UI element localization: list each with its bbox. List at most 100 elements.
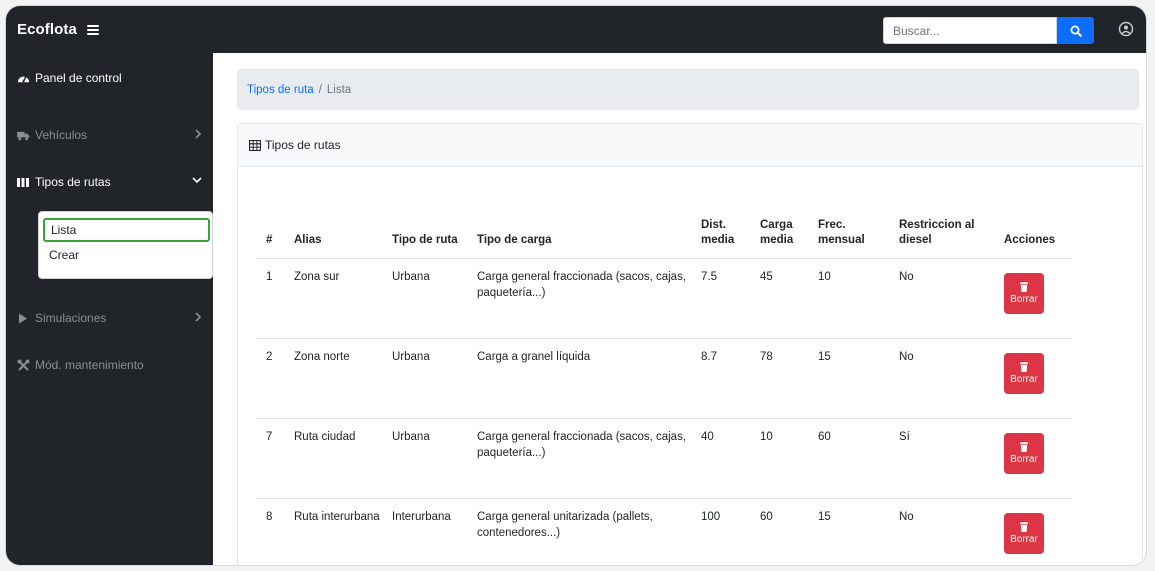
- cell-tipo-ruta: Urbana: [382, 417, 467, 498]
- cell-acciones: Borrar: [994, 337, 1072, 418]
- cell-acciones: Borrar: [994, 417, 1072, 498]
- search-input[interactable]: [883, 17, 1057, 44]
- cell-tipo-ruta: Urbana: [382, 257, 467, 338]
- col-header-restriccion: Restriccion al diesel: [899, 218, 975, 246]
- routes-table: # Alias Tipo de ruta Tipo de carga Dist.…: [256, 191, 1072, 565]
- cell-tipo-ruta: Interurbana: [382, 497, 467, 565]
- cell-dist-media: 7.5: [691, 257, 750, 338]
- delete-button-label: Borrar: [1010, 453, 1038, 465]
- trash-icon: [1020, 521, 1028, 532]
- cell-carga-media: 60: [750, 497, 808, 565]
- columns-icon: [16, 175, 30, 189]
- col-header-id: #: [266, 233, 273, 246]
- cell-restriccion: No: [889, 497, 994, 565]
- cell-alias: Ruta ciudad: [284, 417, 382, 498]
- breadcrumb-current: Lista: [326, 83, 352, 96]
- col-header-tipo-ruta: Tipo de ruta: [392, 233, 458, 246]
- sidebar-item-label: Panel de control: [35, 71, 122, 85]
- cell-acciones: Borrar: [994, 497, 1072, 565]
- routes-card: Tipos de rutas # Alias Tipo de ruta Tipo…: [237, 123, 1143, 565]
- bars-icon[interactable]: [86, 24, 99, 35]
- sidebar: Panel de control Vehículos Tipos de ruta…: [6, 53, 213, 565]
- table-icon: [249, 139, 261, 151]
- submenu-tipos-de-rutas: Lista Crear: [38, 211, 213, 279]
- trash-icon: [1020, 441, 1028, 452]
- table-row: 2 Zona norte Urbana Carga a granel líqui…: [256, 337, 1072, 418]
- cell-dist-media: 100: [691, 497, 750, 565]
- sidebar-item-label: Tipos de rutas: [35, 175, 111, 189]
- sidebar-item-vehiculos[interactable]: Vehículos: [6, 115, 213, 155]
- sidebar-item-mod-mantenimiento[interactable]: Mód. mantenimiento: [6, 345, 213, 385]
- cell-acciones: Borrar: [994, 257, 1072, 338]
- col-header-alias: Alias: [294, 233, 322, 246]
- col-header-carga-media: Carga media: [760, 218, 794, 246]
- play-icon: [16, 311, 30, 325]
- cell-alias: Zona sur: [284, 257, 382, 338]
- delete-button[interactable]: Borrar: [1004, 272, 1044, 314]
- sidebar-item-simulaciones[interactable]: Simulaciones: [6, 298, 213, 338]
- breadcrumb-separator: /: [318, 83, 322, 96]
- search-icon: [1070, 25, 1082, 37]
- chevron-right-icon: [195, 129, 202, 139]
- delete-button[interactable]: Borrar: [1004, 432, 1044, 474]
- delete-button-label: Borrar: [1010, 373, 1038, 385]
- cell-restriccion: No: [889, 257, 994, 338]
- delete-button-label: Borrar: [1010, 533, 1038, 545]
- cell-tipo-carga: Carga a granel líquida: [467, 337, 691, 418]
- submenu-item-crear[interactable]: Crear: [43, 246, 210, 266]
- cell-dist-media: 8.7: [691, 337, 750, 418]
- sidebar-item-label: Mód. mantenimiento: [35, 358, 144, 372]
- tools-icon: [16, 358, 30, 372]
- truck-icon: [16, 128, 30, 142]
- cell-id: 1: [256, 257, 284, 338]
- delete-button[interactable]: Borrar: [1004, 512, 1044, 554]
- cell-carga-media: 10: [750, 417, 808, 498]
- cell-tipo-carga: Carga general fraccionada (sacos, cajas,…: [467, 417, 691, 498]
- tachometer-icon: [16, 71, 30, 85]
- trash-icon: [1020, 281, 1028, 292]
- breadcrumb-link-tipos-de-ruta[interactable]: Tipos de ruta: [247, 84, 314, 96]
- sidebar-item-panel-de-control[interactable]: Panel de control: [6, 58, 213, 98]
- main-content: Tipos de ruta / Lista Tipos de rutas # A…: [213, 53, 1146, 565]
- search-button[interactable]: [1057, 17, 1094, 44]
- col-header-tipo-carga: Tipo de carga: [477, 233, 552, 246]
- sidebar-item-label: Simulaciones: [35, 311, 107, 325]
- breadcrumb: Tipos de ruta / Lista: [237, 69, 1139, 110]
- col-header-acciones: Acciones: [1004, 233, 1056, 246]
- chevron-right-icon: [195, 312, 202, 322]
- cell-id: 2: [256, 337, 284, 418]
- chevron-down-icon: [192, 177, 202, 184]
- col-header-dist-media: Dist. media: [701, 218, 735, 246]
- cell-tipo-carga: Carga general unitarizada (pallets, cont…: [467, 497, 691, 565]
- cell-tipo-carga: Carga general fraccionada (sacos, cajas,…: [467, 257, 691, 338]
- cell-id: 7: [256, 417, 284, 498]
- trash-icon: [1020, 361, 1028, 372]
- user-circle-icon[interactable]: [1118, 21, 1134, 37]
- cell-id: 8: [256, 497, 284, 565]
- cell-frec-mensual: 10: [808, 257, 889, 338]
- table-row: 7 Ruta ciudad Urbana Carga general fracc…: [256, 417, 1072, 498]
- delete-button[interactable]: Borrar: [1004, 352, 1044, 394]
- sidebar-item-label: Vehículos: [35, 128, 88, 142]
- card-header: Tipos de rutas: [238, 124, 1142, 167]
- cell-restriccion: No: [889, 337, 994, 418]
- top-navbar: Ecoflota: [6, 6, 1146, 53]
- table-row: 8 Ruta interurbana Interurbana Carga gen…: [256, 497, 1072, 565]
- brand-logo[interactable]: Ecoflota: [17, 21, 77, 38]
- sidebar-item-tipos-de-rutas[interactable]: Tipos de rutas: [6, 162, 213, 202]
- cell-carga-media: 78: [750, 337, 808, 418]
- cell-tipo-ruta: Urbana: [382, 337, 467, 418]
- cell-frec-mensual: 15: [808, 497, 889, 565]
- cell-alias: Zona norte: [284, 337, 382, 418]
- table-header-row: # Alias Tipo de ruta Tipo de carga Dist.…: [256, 191, 1072, 258]
- cell-carga-media: 45: [750, 257, 808, 338]
- card-title: Tipos de rutas: [265, 138, 341, 152]
- table-row: 1 Zona sur Urbana Carga general fraccion…: [256, 257, 1072, 338]
- app-window: Ecoflota Panel de control: [6, 6, 1146, 565]
- cell-restriccion: Sí: [889, 417, 994, 498]
- submenu-item-lista[interactable]: Lista: [43, 218, 210, 242]
- cell-frec-mensual: 15: [808, 337, 889, 418]
- search-form: [883, 17, 1094, 44]
- col-header-frec-mensual: Frec. mensual: [818, 218, 865, 246]
- delete-button-label: Borrar: [1010, 293, 1038, 305]
